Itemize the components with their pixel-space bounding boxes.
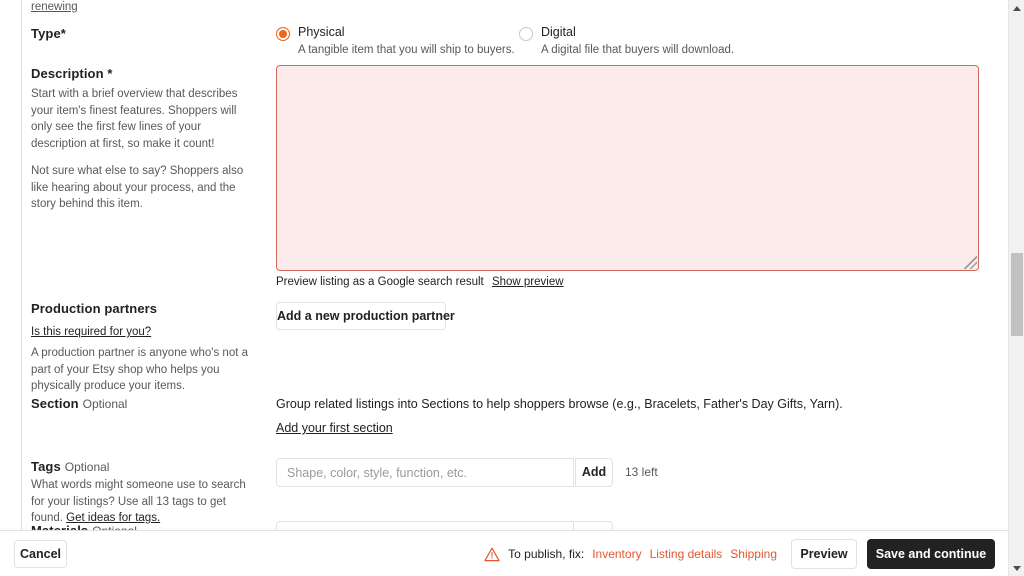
scrollbar-thumb[interactable] [1011, 253, 1023, 336]
warning-triangle-icon [484, 547, 500, 561]
fix-link-listing-details[interactable]: Listing details [650, 547, 723, 561]
description-label-column: Description * Start with a brief overvie… [31, 66, 255, 213]
resize-handle-icon[interactable] [964, 256, 977, 269]
is-this-required-link[interactable]: Is this required for you? [31, 326, 151, 338]
radio-indicator-digital[interactable] [519, 27, 533, 41]
tags-label: Tags [31, 459, 61, 474]
description-textarea[interactable] [276, 65, 979, 271]
tags-label-column: Tags Optional What words might someone us… [31, 458, 255, 527]
add-first-section-link[interactable]: Add your first section [276, 420, 393, 436]
radio-indicator-physical[interactable] [276, 27, 290, 41]
scroll-down-arrow-icon[interactable] [1009, 560, 1024, 576]
show-preview-link[interactable]: Show preview [492, 276, 564, 288]
google-preview-note: Preview listing as a Google search resul… [276, 275, 564, 289]
section-label: Section [31, 396, 79, 411]
form-left-divider [21, 0, 22, 533]
listing-editor-screen: renewing Type* Physical A tangible item … [0, 0, 1024, 576]
production-partners-label-column: Production partners Is this required for… [31, 301, 255, 395]
tags-input[interactable] [276, 458, 574, 487]
tags-optional-tag: Optional [64, 460, 110, 474]
scroll-up-arrow-icon[interactable] [1009, 0, 1024, 16]
save-and-continue-button[interactable]: Save and continue [867, 539, 995, 569]
renewing-link[interactable]: renewing [31, 0, 78, 14]
production-partners-help: A production partner is anyone who's not… [31, 347, 249, 392]
description-help-paragraph-1: Start with a brief overview that describ… [31, 88, 238, 150]
fix-link-inventory[interactable]: Inventory [592, 547, 641, 561]
section-optional-tag: Optional [82, 397, 128, 411]
production-partners-label: Production partners [31, 301, 158, 316]
cancel-button[interactable]: Cancel [14, 540, 67, 568]
description-label: Description * [31, 66, 113, 81]
tags-help: What words might someone use to search f… [31, 477, 255, 527]
type-label-column: Type* [31, 26, 255, 41]
type-label: Type* [31, 26, 66, 41]
radio-label-digital: Digital [541, 25, 576, 39]
radio-description-digital: A digital file that buyers will download… [541, 44, 735, 56]
google-preview-text: Preview listing as a Google search resul… [276, 276, 484, 288]
radio-label-physical: Physical [298, 25, 345, 39]
section-description: Group related listings into Sections to … [276, 397, 843, 411]
publish-warning: To publish, fix: Inventory Listing detai… [484, 547, 777, 562]
form-scroll-area[interactable]: renewing Type* Physical A tangible item … [0, 0, 1008, 576]
section-label-column: Section Optional [31, 395, 255, 413]
add-tag-button[interactable]: Add [575, 458, 613, 487]
page-scrollbar[interactable] [1008, 0, 1024, 576]
publish-warning-text: To publish, fix: [508, 547, 585, 561]
radio-option-physical[interactable]: Physical A tangible item that you will s… [276, 25, 516, 57]
add-production-partner-button[interactable]: Add a new production partner [276, 302, 455, 330]
description-help-paragraph-2: Not sure what else to say? Shoppers also… [31, 165, 244, 210]
radio-option-digital[interactable]: Digital A digital file that buyers will … [519, 25, 759, 57]
preview-button[interactable]: Preview [791, 539, 857, 569]
fix-link-shipping[interactable]: Shipping [730, 547, 777, 561]
action-footer-bar: Cancel To publish, fix: Inventory Listin… [0, 530, 1008, 576]
radio-description-physical: A tangible item that you will ship to bu… [298, 44, 515, 56]
tags-remaining-count: 13 left [625, 465, 658, 479]
footer-actions: To publish, fix: Inventory Listing detai… [484, 531, 995, 576]
